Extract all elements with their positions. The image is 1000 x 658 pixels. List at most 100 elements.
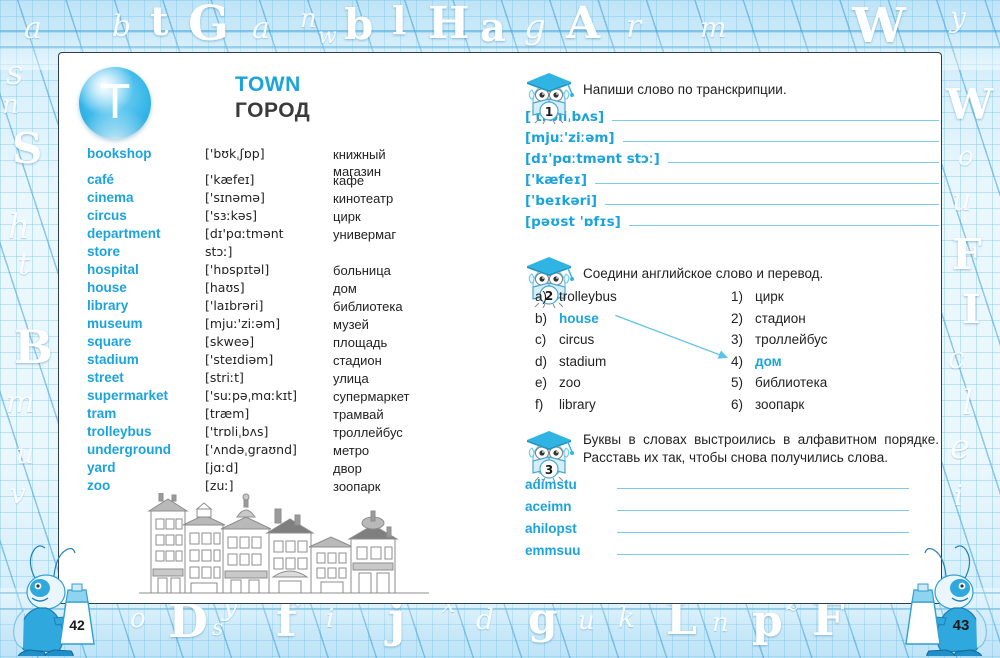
vocabulary-word: department xyxy=(87,226,161,241)
vocabulary-transcription: [jɑːd] xyxy=(205,460,239,475)
matching-right-column: 1) цирк 2) стадион 3) троллейбус 4) дом 5) библио… xyxy=(731,289,927,418)
match-key: 2) xyxy=(731,310,744,326)
vocabulary-translation: библиотека xyxy=(333,299,403,314)
answer-blank[interactable] xyxy=(617,497,909,511)
vocabulary-word: square xyxy=(87,334,132,349)
owl-icon: 3 xyxy=(527,431,574,483)
vocabulary-row: stadium ['steɪdiəm] стадион xyxy=(87,352,507,370)
match-option-english[interactable]: f) library xyxy=(535,397,731,419)
answer-blank[interactable] xyxy=(595,170,939,184)
answer-blank[interactable] xyxy=(617,519,909,533)
vocabulary-transcription: ['ʌndəˌgraʊnd] xyxy=(205,442,297,457)
answer-blank[interactable] xyxy=(628,212,939,226)
match-option-russian[interactable]: 4) дом xyxy=(731,354,927,376)
letter-badge-text: T xyxy=(100,75,130,129)
match-option-english[interactable]: c) circus xyxy=(535,332,731,354)
exercise-number: 1 xyxy=(545,105,553,119)
match-option-russian[interactable]: 6) зоопарк xyxy=(731,397,927,419)
vocabulary-word: cinema xyxy=(87,190,134,205)
vocabulary-row: house [haʊs] дом xyxy=(87,280,507,298)
match-value: цирк xyxy=(755,289,784,304)
vocabulary-row: trolleybus ['trɒliˌbʌs] троллейбус xyxy=(87,424,507,442)
match-value: circus xyxy=(559,332,595,347)
vocabulary-translation: улица xyxy=(333,371,369,386)
answer-blank[interactable] xyxy=(612,107,939,121)
vocabulary-transcription: [træm] xyxy=(205,406,250,421)
answer-blank[interactable] xyxy=(622,128,939,142)
exercise-1-prompt: Напиши слово по транскрипции. xyxy=(583,82,787,97)
vocabulary-row: museum [mjuː'ziːəm] музей xyxy=(87,316,507,334)
exercise-3-prompt: Буквы в словах выстроились в алфавитном … xyxy=(583,432,939,465)
vocabulary-transcription: stɔː] xyxy=(205,244,233,259)
vocabulary-row: store stɔː] xyxy=(87,244,507,262)
match-option-english[interactable]: d) stadium xyxy=(535,354,731,376)
exercise-2: 2 Соедини английское слово и перевод. a)… xyxy=(521,253,939,418)
workbook-page: abtGanwblHagArmWyoDsyfijxdgukLnpzFsnShtB… xyxy=(0,0,1000,658)
vocabulary-list: bookshop ['bʊkˌʃɒp] книжный магазин café ['k… xyxy=(87,146,507,496)
vocabulary-row: hospital ['hɒspɪtəl] больница xyxy=(87,262,507,280)
answer-blank[interactable] xyxy=(667,149,939,163)
vocabulary-translation: метро xyxy=(333,443,370,458)
letter-badge: T xyxy=(79,67,151,139)
match-value: library xyxy=(559,396,596,412)
matching-task: a) trolleybus b) house c) circus d) stadium e) zo… xyxy=(535,289,939,418)
answer-blank[interactable] xyxy=(617,541,909,555)
transcription-row: [pəʊst 'ɒfɪs] xyxy=(525,212,939,233)
match-option-russian[interactable]: 1) цирк xyxy=(731,289,927,311)
vocabulary-transcription: [zuː] xyxy=(205,478,234,493)
vocabulary-translation: кинотеатр xyxy=(333,191,394,206)
page-title-russian: ГОРОД xyxy=(235,99,311,122)
vocabulary-word: trolleybus xyxy=(87,424,152,439)
match-option-russian[interactable]: 5) библиотека xyxy=(731,375,927,397)
answer-blank[interactable] xyxy=(605,191,939,205)
vocabulary-translation: музей xyxy=(333,317,369,332)
match-option-english[interactable]: e) zoo xyxy=(535,375,731,397)
vocabulary-word: yard xyxy=(87,460,116,475)
vocabulary-transcription: ['suːpəˌmɑːkɪt] xyxy=(205,388,298,403)
vocabulary-word: café xyxy=(87,172,115,187)
vocabulary-translation: троллейбус xyxy=(333,425,403,440)
vocabulary-translation: больница xyxy=(333,263,391,278)
match-option-russian[interactable]: 3) троллейбус xyxy=(731,332,927,354)
match-option-russian[interactable]: 2) стадион xyxy=(731,311,927,333)
vocabulary-row: cinema ['sɪnəmə] кинотеатр xyxy=(87,190,507,208)
match-value: house xyxy=(559,310,599,326)
vocabulary-word: supermarket xyxy=(87,388,169,403)
vocabulary-row: circus ['sɜːkəs] цирк xyxy=(87,208,507,226)
match-option-english[interactable]: b) house xyxy=(535,311,731,333)
match-value: троллейбус xyxy=(755,332,828,347)
owl-icon: 1 xyxy=(527,73,574,125)
match-value: зоопарк xyxy=(755,396,805,412)
vocabulary-translation: двор xyxy=(333,461,362,476)
vocabulary-word: stadium xyxy=(87,352,139,367)
vocabulary-word: circus xyxy=(87,208,127,223)
anagram-word: emmsuu xyxy=(525,543,581,558)
match-value: trolleybus xyxy=(559,289,617,304)
vocabulary-row: department [dɪ'pɑːtmənt универмаг xyxy=(87,226,507,244)
vocabulary-translation: трамвай xyxy=(333,407,384,422)
vocabulary-transcription: ['steɪdiəm] xyxy=(205,352,274,367)
match-key: 3) xyxy=(731,332,744,347)
match-key: f) xyxy=(535,396,544,412)
vocabulary-transcription: ['laɪbrəri] xyxy=(205,298,264,313)
match-key: b) xyxy=(535,310,548,326)
match-key: e) xyxy=(535,375,548,390)
transcription-text: [pəʊst 'ɒfɪs] xyxy=(525,214,621,230)
content-panel: T TOWN ГОРОД bookshop ['bʊkˌʃɒp] книжный м… xyxy=(58,52,942,604)
vocabulary-row: café ['kæfeɪ] кафе xyxy=(87,172,507,190)
vocabulary-word: tram xyxy=(87,406,117,421)
vocabulary-word: house xyxy=(87,280,127,295)
transcription-text: ['beɪkəri] xyxy=(525,193,598,209)
vocabulary-transcription: [striːt] xyxy=(205,370,244,385)
vocabulary-transcription: ['sɜːkəs] xyxy=(205,208,258,223)
exercises-column: 1 Напиши слово по транскрипции. ['trɒliˌ… xyxy=(511,53,941,603)
anagram-word: aceimn xyxy=(525,499,572,514)
vocabulary-translation: площадь xyxy=(333,335,388,350)
vocabulary-translation: дом xyxy=(333,281,357,296)
vocabulary-row: library ['laɪbrəri] библиотека xyxy=(87,298,507,316)
vocabulary-row: underground ['ʌndəˌgraʊnd] метро xyxy=(87,442,507,460)
answer-blank[interactable] xyxy=(617,475,909,489)
matching-left-column: a) trolleybus b) house c) circus d) stadium e) zo… xyxy=(535,289,731,418)
match-option-english[interactable]: a) trolleybus xyxy=(535,289,731,311)
mascot-left: 42 xyxy=(2,540,114,656)
